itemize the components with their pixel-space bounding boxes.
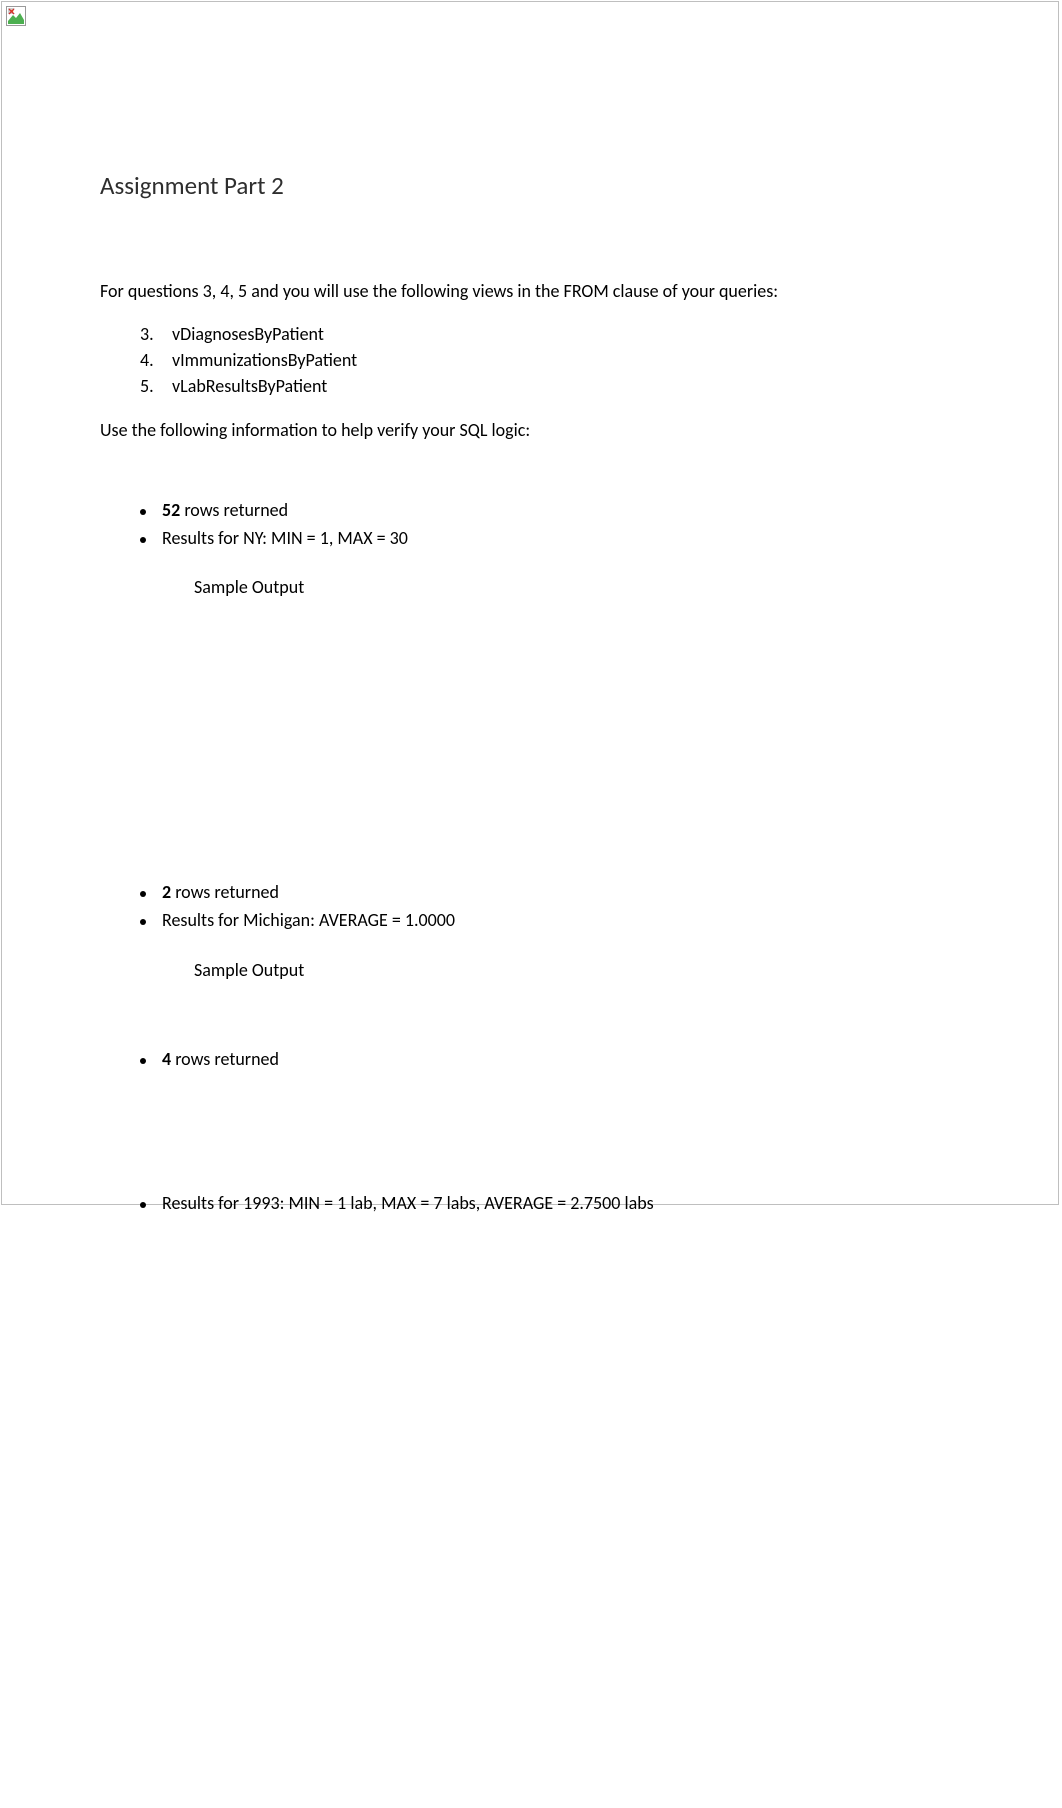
rows-text: rows returned [171, 881, 279, 903]
document-body: Assignment Part 2 For questions 3, 4, 5 … [100, 170, 960, 1219]
view-name: vDiagnosesByPatient [172, 321, 324, 347]
list-number: 4. [140, 347, 172, 373]
rows-count: 52 [162, 499, 180, 521]
result-block-2: 2 rows returned Results for Michigan: AV… [140, 880, 960, 933]
list-item: 4. vImmunizationsByPatient [140, 347, 960, 373]
result-block-1: 52 rows returned Results for NY: MIN = 1… [140, 498, 960, 551]
list-item: Results for Michigan: AVERAGE = 1.0000 [140, 908, 960, 933]
rows-count: 2 [162, 881, 171, 903]
list-number: 5. [140, 373, 172, 399]
result-block-4: Results for 1993: MIN = 1 lab, MAX = 7 l… [140, 1191, 960, 1216]
intro-paragraph: For questions 3, 4, 5 and you will use t… [100, 279, 960, 303]
rows-text: rows returned [180, 499, 288, 521]
result-detail: Results for Michigan: AVERAGE = 1.0000 [162, 909, 455, 931]
list-item: 52 rows returned [140, 498, 960, 523]
result-detail: Results for 1993: MIN = 1 lab, MAX = 7 l… [162, 1192, 654, 1214]
view-name: vImmunizationsByPatient [172, 347, 357, 373]
list-number: 3. [140, 321, 172, 347]
result-block-3: 4 rows returned [140, 1047, 960, 1072]
list-item: 2 rows returned [140, 880, 960, 905]
sample-output-label: Sample Output [194, 959, 960, 981]
list-item: 4 rows returned [140, 1047, 960, 1072]
document-page: Assignment Part 2 For questions 3, 4, 5 … [1, 1, 1059, 1205]
page-title: Assignment Part 2 [100, 170, 960, 201]
sample-output-label: Sample Output [194, 576, 960, 598]
list-item: Results for NY: MIN = 1, MAX = 30 [140, 526, 960, 551]
views-list: 3. vDiagnosesByPatient 4. vImmunizations… [140, 321, 960, 399]
broken-image-icon [6, 6, 26, 26]
list-item: 5. vLabResultsByPatient [140, 373, 960, 399]
result-detail: Results for NY: MIN = 1, MAX = 30 [162, 527, 408, 549]
list-item: 3. vDiagnosesByPatient [140, 321, 960, 347]
view-name: vLabResultsByPatient [172, 373, 327, 399]
rows-text: rows returned [171, 1048, 279, 1070]
rows-count: 4 [162, 1048, 171, 1070]
list-item: Results for 1993: MIN = 1 lab, MAX = 7 l… [140, 1191, 960, 1216]
verify-paragraph: Use the following information to help ve… [100, 418, 960, 442]
